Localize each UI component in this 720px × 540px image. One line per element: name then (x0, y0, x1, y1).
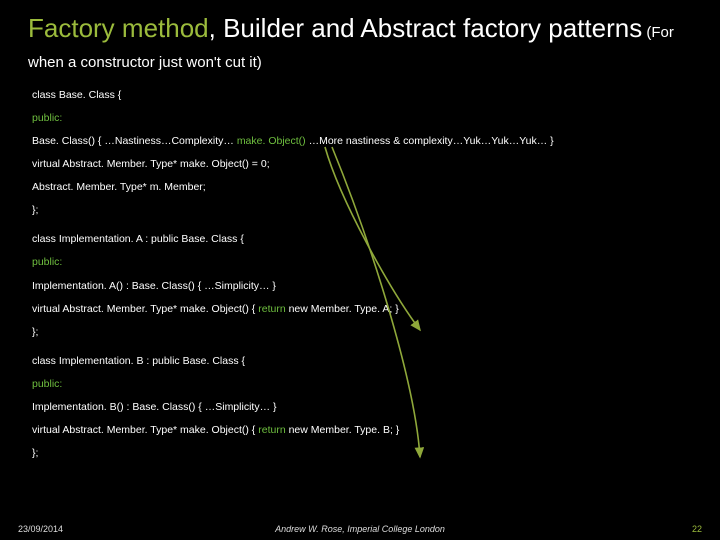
base-class-section: class Base. Class { public: Base. Class(… (32, 84, 692, 223)
code-line: virtual Abstract. Member. Type* make. Ob… (32, 419, 692, 442)
code-line: class Implementation. B : public Base. C… (32, 350, 692, 373)
footer-author: Andrew W. Rose, Imperial College London (0, 524, 720, 534)
impl-a-section: class Implementation. A : public Base. C… (32, 228, 692, 343)
code-keyword: make. Object() (237, 135, 306, 147)
code-line: public: (32, 251, 692, 274)
code-keyword: return (258, 303, 285, 315)
code-line: Base. Class() { …Nastiness…Complexity… m… (32, 130, 692, 153)
code-line: }; (32, 321, 692, 344)
code-line: public: (32, 107, 692, 130)
code-text: new Member. Type. A; } (286, 303, 399, 315)
title-accent: Factory method (28, 13, 209, 43)
code-text: …More nastiness & complexity…Yuk…Yuk…Yuk… (306, 135, 554, 147)
code-line: public: (32, 373, 692, 396)
code-line: virtual Abstract. Member. Type* make. Ob… (32, 153, 692, 176)
code-line: class Base. Class { (32, 84, 692, 107)
code-text: virtual Abstract. Member. Type* make. Ob… (32, 303, 258, 315)
code-line: virtual Abstract. Member. Type* make. Ob… (32, 298, 692, 321)
code-line: class Implementation. A : public Base. C… (32, 228, 692, 251)
slide: Factory method, Builder and Abstract fac… (0, 0, 720, 540)
code-line: Implementation. B() : Base. Class() { …S… (32, 396, 692, 419)
footer-page-number: 22 (692, 524, 702, 534)
code-text: Base. Class() { …Nastiness…Complexity… (32, 135, 237, 147)
code-line: Implementation. A() : Base. Class() { …S… (32, 275, 692, 298)
code-text: new Member. Type. B; } (286, 424, 400, 436)
code-block: class Base. Class { public: Base. Class(… (28, 84, 692, 466)
code-line: }; (32, 199, 692, 222)
title-rest: , Builder and Abstract factory patterns (209, 13, 643, 43)
code-line: Abstract. Member. Type* m. Member; (32, 176, 692, 199)
slide-title: Factory method, Builder and Abstract fac… (28, 14, 692, 74)
code-keyword: return (258, 424, 285, 436)
code-line: }; (32, 442, 692, 465)
code-text: virtual Abstract. Member. Type* make. Ob… (32, 424, 258, 436)
impl-b-section: class Implementation. B : public Base. C… (32, 350, 692, 465)
